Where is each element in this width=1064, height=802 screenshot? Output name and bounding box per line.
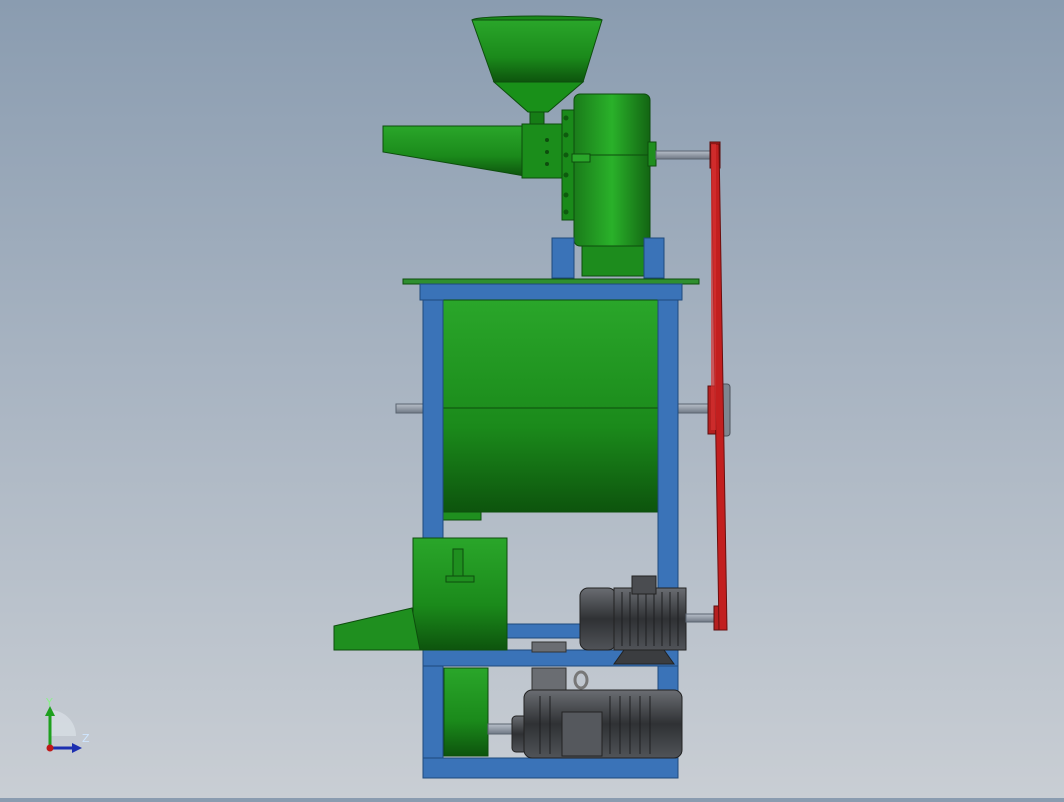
upper-motor [531,575,727,665]
top-plate [402,278,700,301]
lower-motor [511,667,683,759]
triad-y-label: Y [46,696,53,709]
view-orientation-triad[interactable]: Y Z [36,696,100,760]
upper-discharge-chute [382,123,563,179]
mill-housing [561,93,657,277]
triad-z-label: Z [82,732,90,745]
upper-shaft [655,141,721,169]
mixing-drum [442,299,659,521]
cad-viewport[interactable]: Y Z [0,0,1064,798]
machine-model[interactable] [0,0,1064,798]
